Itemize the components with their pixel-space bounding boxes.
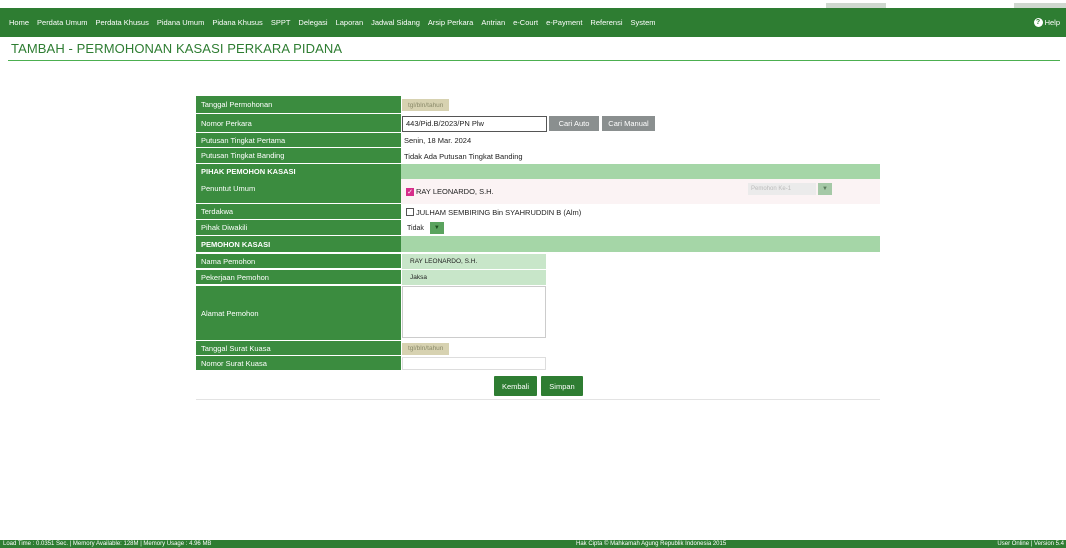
putusan-pertama-value: Senin, 18 Mar. 2024 xyxy=(404,136,472,145)
nav-item-pidana-umum[interactable]: Pidana Umum xyxy=(153,18,209,27)
penuntut-umum-checkbox[interactable]: ✓ xyxy=(406,187,414,196)
section-pemohon-kasasi: PEMOHON KASASI xyxy=(196,236,880,252)
pemohon-ke-select-value: Pemohon Ke-1 xyxy=(748,183,816,195)
nav-item-jadwal-sidang[interactable]: Jadwal Sidang xyxy=(367,18,424,27)
row-penuntut-umum: Penuntut Umum ✓ RAY LEONARDO, S.H. Pemoh… xyxy=(196,179,880,204)
cari-manual-button[interactable]: Cari Manual xyxy=(602,116,655,131)
top-strip xyxy=(0,0,1066,8)
nav-item-perdata-umum[interactable]: Perdata Umum xyxy=(33,18,91,27)
help-link[interactable]: ? Help xyxy=(1033,8,1060,37)
tanggal-permohonan-label: Tanggal Permohonan xyxy=(196,96,401,114)
nav-item-antrian[interactable]: Antrian xyxy=(477,18,509,27)
chevron-down-icon: ▼ xyxy=(818,183,832,195)
row-tanggal-surat-kuasa: Tanggal Surat Kuasa tgl/bln/tahun xyxy=(196,341,880,356)
terdakwa-checkbox[interactable] xyxy=(406,208,414,216)
nav-item-arsip-perkara[interactable]: Arsip Perkara xyxy=(424,18,477,27)
title-divider xyxy=(8,60,1060,61)
alamat-pemohon-textarea[interactable] xyxy=(402,286,546,338)
nav-item-referensi[interactable]: Referensi xyxy=(586,18,626,27)
kembali-button[interactable]: Kembali xyxy=(494,376,537,396)
section-pemohon-kasasi-label: PEMOHON KASASI xyxy=(196,236,401,252)
nav-item-laporan[interactable]: Laporan xyxy=(332,18,368,27)
row-pihak-diwakili: Pihak Diwakili Tidak ▼ xyxy=(196,220,880,236)
nav-item-sppt[interactable]: SPPT xyxy=(267,18,295,27)
row-putusan-banding: Putusan Tingkat Banding Tidak Ada Putusa… xyxy=(196,148,880,164)
row-nama-pemohon: Nama Pemohon RAY LEONARDO, S.H. xyxy=(196,254,880,269)
nav-item-pidana-khusus[interactable]: Pidana Khusus xyxy=(208,18,266,27)
chevron-down-icon: ▼ xyxy=(429,222,444,234)
row-alamat-pemohon: Alamat Pemohon xyxy=(196,286,880,341)
main-navbar: Home Perdata Umum Perdata Khusus Pidana Umu… xyxy=(0,8,1066,37)
section-pihak-pemohon-label: PIHAK PEMOHON KASASI xyxy=(196,164,401,179)
cari-auto-button[interactable]: Cari Auto xyxy=(549,116,599,131)
help-label: Help xyxy=(1044,18,1060,27)
putusan-banding-value: Tidak Ada Putusan Tingkat Banding xyxy=(404,151,523,161)
terdakwa-label: Terdakwa xyxy=(196,204,401,220)
terdakwa-option[interactable]: JULHAM SEMBIRING Bin SYAHRUDDIN B (Alm) xyxy=(404,204,581,220)
row-nomor-surat-kuasa: Nomor Surat Kuasa xyxy=(196,356,880,371)
tanggal-permohonan-input[interactable]: tgl/bln/tahun xyxy=(402,99,450,111)
row-putusan-pertama: Putusan Tingkat Pertama Senin, 18 Mar. 2… xyxy=(196,133,880,148)
nav-item-home[interactable]: Home xyxy=(0,18,33,27)
nav-item-e-court[interactable]: e-Court xyxy=(509,18,542,27)
nomor-perkara-input[interactable]: 443/Pid.B/2023/PN Plw xyxy=(402,115,547,132)
row-terdakwa: Terdakwa JULHAM SEMBIRING Bin SYAHRUDDIN… xyxy=(196,204,880,220)
footer-bar: Load Time : 0.0351 Sec. | Memory Availab… xyxy=(0,540,1066,548)
nama-pemohon-label: Nama Pemohon xyxy=(196,254,401,269)
pekerjaan-pemohon-label: Pekerjaan Pemohon xyxy=(196,270,401,285)
alamat-pemohon-label: Alamat Pemohon xyxy=(196,286,401,341)
nomor-surat-kuasa-input[interactable] xyxy=(402,357,546,370)
tanggal-surat-kuasa-input[interactable]: tgl/bln/tahun xyxy=(402,342,450,355)
row-pekerjaan-pemohon: Pekerjaan Pemohon Jaksa xyxy=(196,270,880,285)
penuntut-umum-name: RAY LEONARDO, S.H. xyxy=(416,187,494,196)
penuntut-umum-label: Penuntut Umum xyxy=(196,179,401,204)
row-tanggal-permohonan: Tanggal Permohonan tgl/bln/tahun xyxy=(196,96,880,114)
footer-copyright: Hak Cipta © Mahkamah Agung Republik Indo… xyxy=(576,541,727,547)
nomor-surat-kuasa-label: Nomor Surat Kuasa xyxy=(196,356,401,371)
row-nomor-perkara: Nomor Perkara 443/Pid.B/2023/PN Plw Cari… xyxy=(196,114,880,133)
nav-item-perdata-khusus[interactable]: Perdata Khusus xyxy=(91,18,152,27)
section-pihak-pemohon: PIHAK PEMOHON KASASI xyxy=(196,164,880,179)
page-title: TAMBAH - PERMOHONAN KASASI PERKARA PIDAN… xyxy=(11,41,343,56)
footer-version: User Online | Version 5.4 xyxy=(997,541,1064,547)
pihak-diwakili-label: Pihak Diwakili xyxy=(196,220,401,236)
pekerjaan-pemohon-input[interactable]: Jaksa xyxy=(402,270,546,285)
terdakwa-name: JULHAM SEMBIRING Bin SYAHRUDDIN B (Alm) xyxy=(416,207,582,217)
help-icon: ? xyxy=(1033,18,1043,27)
nomor-perkara-label: Nomor Perkara xyxy=(196,114,401,133)
nav-item-e-payment[interactable]: e-Payment xyxy=(542,18,586,27)
pihak-diwakili-value: Tidak xyxy=(407,224,424,232)
footer-load-info: Load Time : 0.0351 Sec. | Memory Availab… xyxy=(3,541,212,547)
form-bottom-divider xyxy=(196,399,880,400)
nav-item-system[interactable]: System xyxy=(627,18,660,27)
tanggal-surat-kuasa-label: Tanggal Surat Kuasa xyxy=(196,341,401,356)
pihak-diwakili-select[interactable]: Tidak ▼ xyxy=(405,220,444,236)
penuntut-umum-option[interactable]: ✓ RAY LEONARDO, S.H. xyxy=(404,179,494,204)
putusan-pertama-label: Putusan Tingkat Pertama xyxy=(196,133,401,148)
pemohon-ke-select[interactable]: Pemohon Ke-1 ▼ xyxy=(748,183,832,195)
simpan-button[interactable]: Simpan xyxy=(541,376,583,396)
nav-item-delegasi[interactable]: Delegasi xyxy=(294,18,331,27)
putusan-banding-label: Putusan Tingkat Banding xyxy=(196,148,401,164)
nama-pemohon-input[interactable]: RAY LEONARDO, S.H. xyxy=(402,254,546,269)
